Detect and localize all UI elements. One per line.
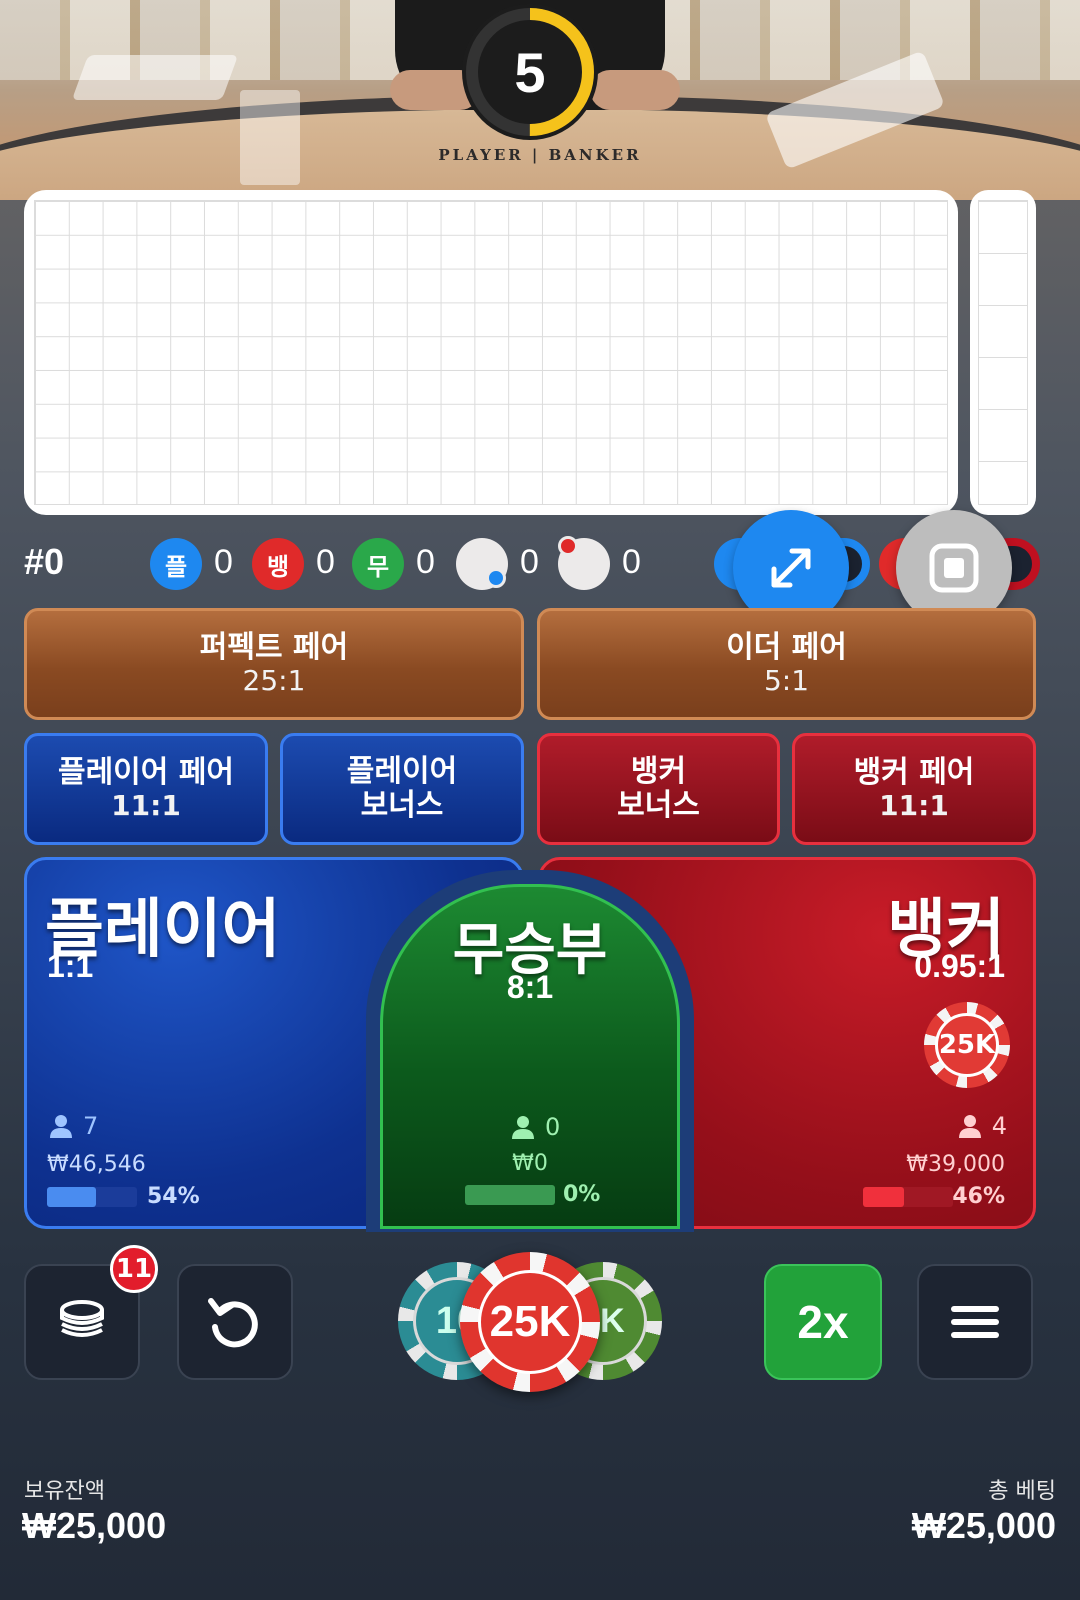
bet-odds: 25:1: [242, 664, 306, 698]
player-bonus-bet[interactable]: 플레이어 보너스: [280, 733, 524, 845]
bet-share-bar: [465, 1185, 555, 1205]
bet-share-percent: 0%: [563, 1182, 601, 1207]
bet-label: 이더 페어: [726, 629, 847, 665]
player-count-value: 4: [991, 1112, 1007, 1140]
bet-share-bar: [863, 1187, 953, 1207]
chip-25k-selected[interactable]: 25K: [460, 1252, 600, 1392]
undo-button[interactable]: [177, 1264, 293, 1380]
menu-button[interactable]: [917, 1264, 1033, 1380]
player-pair-count: 0: [520, 543, 539, 581]
bet-odds: 8:1: [506, 969, 554, 1005]
player-count: 4: [958, 1112, 1007, 1140]
side-road-grid: [978, 200, 1028, 505]
tie-main-bet[interactable]: 무승부 8:1 0 ₩0 0%: [380, 884, 680, 1229]
dealer-arm-right: [590, 70, 680, 110]
balance-value: ₩25,000: [22, 1505, 167, 1546]
total-bet-value: ₩25,000: [911, 1505, 1056, 1546]
either-pair-bet[interactable]: 이더 페어 5:1: [537, 608, 1036, 720]
player-win-icon: 플: [150, 538, 202, 590]
player-count: 0: [511, 1113, 560, 1141]
person-icon: [512, 1116, 534, 1139]
banker-pair-bet[interactable]: 뱅커 페어 11:1: [792, 733, 1036, 845]
placed-chip[interactable]: 25K: [924, 1002, 1010, 1088]
card-holder: [240, 90, 300, 185]
bet-share-percent: 46%: [952, 1184, 1005, 1209]
bet-label-line2: 보너스: [617, 788, 700, 823]
bet-label-line2: 보너스: [360, 788, 444, 823]
hamburger-menu-icon: [951, 1306, 999, 1338]
round-number: #0: [24, 541, 65, 582]
player-pair-bet[interactable]: 플레이어 페어 11:1: [24, 733, 268, 845]
bet-amount: ₩0: [512, 1151, 548, 1176]
balance-label: 보유잔액: [24, 1479, 105, 1504]
banker-win-count: 0: [316, 543, 335, 581]
bet-share-percent: 54%: [147, 1184, 200, 1209]
double-bet-button[interactable]: 2x: [764, 1264, 882, 1380]
bead-road-grid: [34, 200, 948, 505]
player-count: 7: [49, 1112, 98, 1140]
banker-bonus-bet[interactable]: 뱅커 보너스: [537, 733, 780, 845]
total-bet-label: 총 베팅: [988, 1479, 1056, 1504]
undo-icon: [208, 1298, 258, 1348]
roadmap-board[interactable]: [24, 190, 958, 515]
timer-seconds: 5: [514, 40, 546, 104]
chip-stack-icon: [60, 1300, 104, 1337]
table-label: PLAYER | BANKER: [438, 146, 642, 164]
countdown-timer: 5: [462, 4, 598, 140]
bet-odds: 11:1: [111, 789, 181, 823]
bet-odds: 11:1: [879, 789, 949, 823]
player-count-value: 7: [83, 1112, 99, 1140]
banker-pair-icon: [558, 536, 610, 590]
stop-square-icon: [929, 543, 979, 593]
person-icon: [50, 1115, 72, 1138]
card-discard-tray: [71, 55, 239, 100]
expand-arrows-icon: [771, 548, 811, 588]
bet-label: 뱅커 페어: [853, 754, 975, 790]
player-pair-icon: [456, 538, 508, 590]
bet-label: 플레이어 페어: [57, 754, 235, 790]
bet-odds: 5:1: [763, 664, 810, 698]
tie-win-icon: 무: [352, 538, 404, 590]
bet-odds: 0.95:1: [914, 948, 1005, 984]
bet-amount: ₩46,546: [47, 1152, 146, 1177]
player-win-count: 0: [214, 543, 233, 581]
bet-share-bar: [47, 1187, 137, 1207]
bet-label-line1: 플레이어: [346, 753, 458, 789]
banker-win-icon: 뱅: [252, 538, 304, 590]
chip-25k-value: 25K: [478, 1270, 582, 1374]
tie-win-count: 0: [416, 543, 435, 581]
player-count-value: 0: [545, 1113, 561, 1141]
placed-chip-value: 25K: [935, 1013, 999, 1077]
banker-pair-count: 0: [622, 543, 641, 581]
perfect-pair-bet[interactable]: 퍼펙트 페어 25:1: [24, 608, 524, 720]
person-icon: [958, 1115, 981, 1138]
roadmap-side-panel[interactable]: [970, 190, 1036, 515]
chip-count-badge: 11: [110, 1245, 158, 1293]
bet-label-line1: 뱅커: [630, 753, 687, 789]
bet-amount: ₩39,000: [906, 1152, 1005, 1177]
bet-odds: 1:1: [47, 948, 94, 984]
bet-label: 퍼펙트 페어: [199, 629, 349, 665]
live-video-feed: PLAYER | BANKER 5: [0, 0, 1080, 200]
